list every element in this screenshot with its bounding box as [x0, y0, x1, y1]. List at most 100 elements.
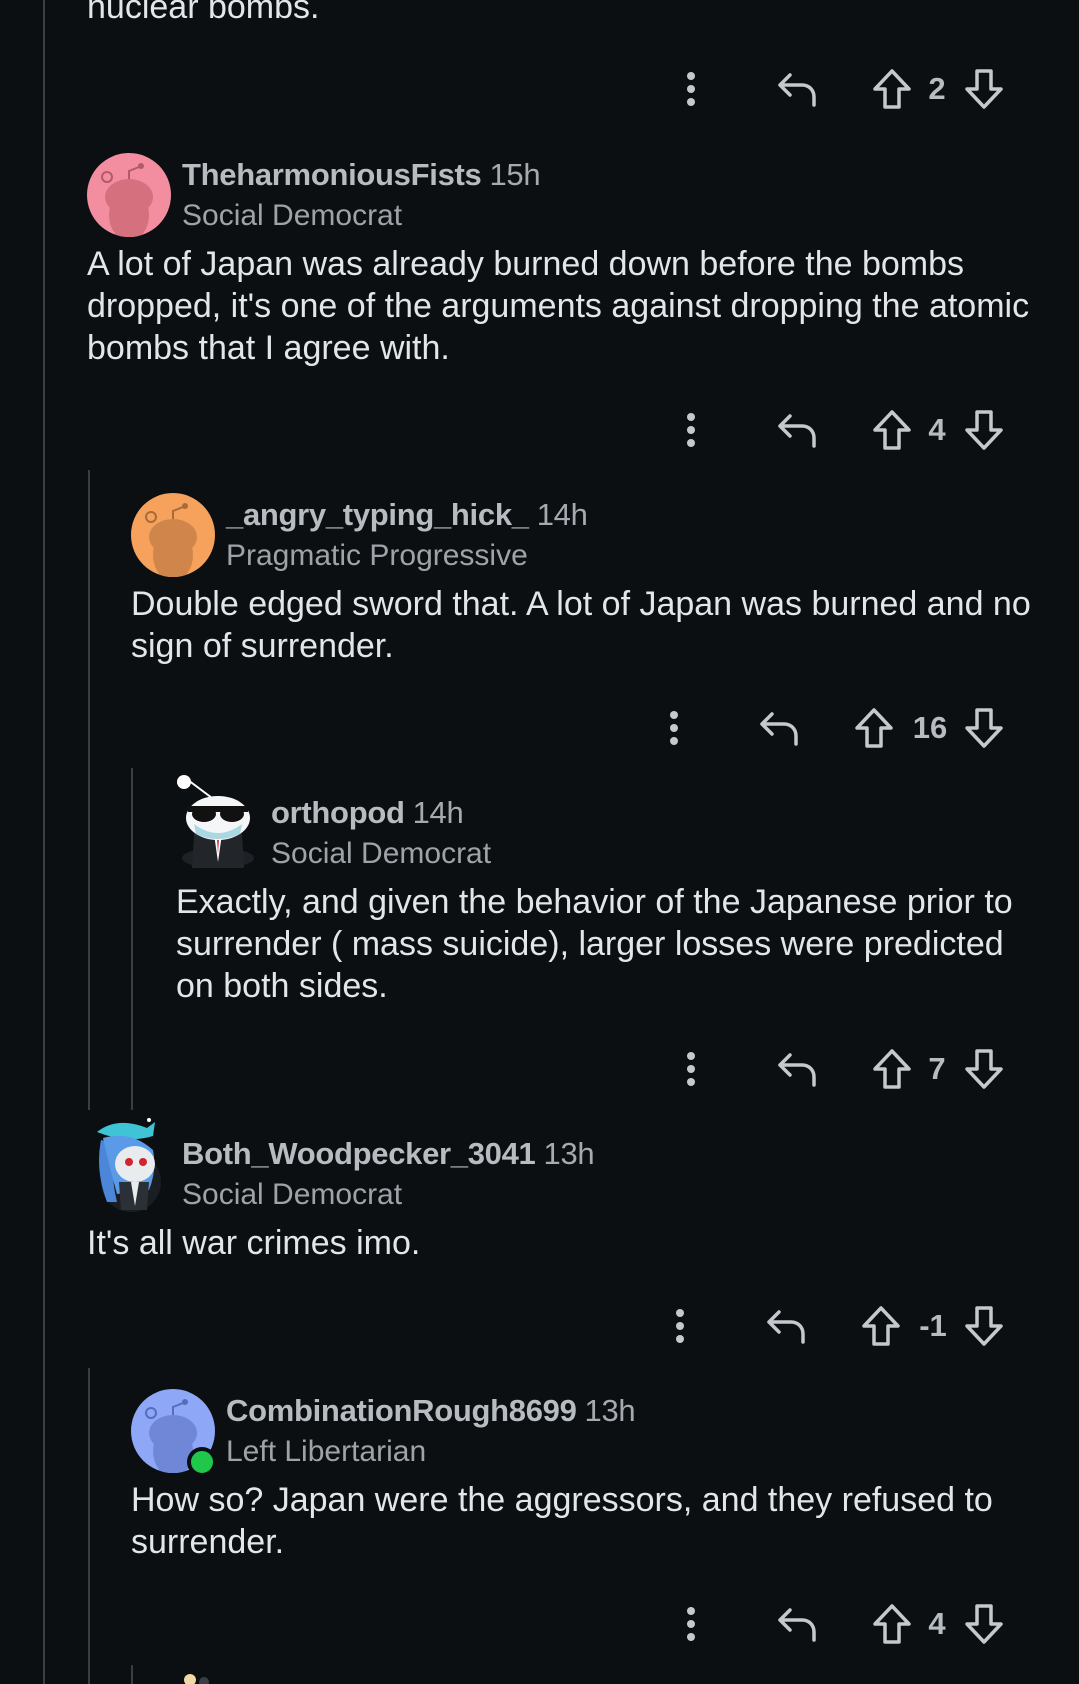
vote-score: 7 [928, 1051, 946, 1086]
more-vertical-icon [687, 72, 695, 106]
username[interactable]: TheharmoniousFists 15h [182, 157, 541, 193]
vote-score: 4 [928, 1606, 946, 1641]
more-options-button[interactable] [676, 64, 706, 114]
upvote-icon [873, 1049, 911, 1089]
username-text[interactable]: orthopod [271, 795, 405, 830]
previous-comment-fragment: nuclear bombs. [87, 0, 320, 26]
sunglasses-snoo-avatar-icon [177, 775, 254, 868]
username[interactable]: CombinationRough8699 13h [226, 1393, 636, 1429]
comment-body: It's all war crimes imo. [87, 1224, 421, 1262]
downvote-icon [965, 69, 1003, 109]
vote-score: 4 [928, 412, 946, 447]
reply-button[interactable] [774, 1044, 820, 1094]
custom-snoo-avatar-icon [97, 1118, 161, 1212]
reply-icon [778, 1053, 816, 1087]
reply-icon [767, 1310, 805, 1344]
snoo-avatar-icon [131, 493, 215, 577]
thread-line-level-1[interactable] [88, 470, 90, 1110]
snoo-avatar-icon [87, 153, 171, 237]
downvote-button[interactable] [962, 405, 1006, 455]
more-options-button[interactable] [676, 1044, 706, 1094]
thread-line-root[interactable] [43, 0, 45, 1684]
comment-action-bar: 7 [0, 1044, 1079, 1094]
vote-score: 16 [912, 710, 948, 745]
upvote-icon [862, 1306, 900, 1346]
thread-line-level-2b[interactable] [131, 1665, 133, 1684]
more-options-button[interactable] [676, 405, 706, 455]
more-options-button[interactable] [665, 1301, 695, 1351]
user-flair: Social Democrat [271, 837, 492, 870]
username-text[interactable]: Both_Woodpecker_3041 [182, 1136, 536, 1171]
upvote-icon [873, 1604, 911, 1644]
more-options-button[interactable] [659, 703, 689, 753]
more-vertical-icon [676, 1309, 684, 1343]
upvote-icon [873, 410, 911, 450]
more-vertical-icon [670, 711, 678, 745]
user-avatar[interactable] [131, 493, 215, 577]
reply-button[interactable] [774, 1599, 820, 1649]
username[interactable]: _angry_typing_hick_ 14h [226, 497, 588, 533]
online-status-indicator [187, 1447, 217, 1477]
comment-action-bar: 16 [0, 703, 1079, 753]
user-avatar[interactable] [87, 153, 171, 237]
comment-age: 14h [412, 795, 464, 830]
more-options-button[interactable] [676, 1599, 706, 1649]
avatar-fragment-icon [184, 1674, 209, 1684]
username[interactable]: Both_Woodpecker_3041 13h [182, 1136, 595, 1172]
reply-icon [778, 73, 816, 107]
comment-action-bar: -1 [0, 1301, 1079, 1351]
upvote-button[interactable] [870, 405, 914, 455]
downvote-icon [965, 410, 1003, 450]
upvote-button[interactable] [870, 1044, 914, 1094]
username-text[interactable]: _angry_typing_hick_ [226, 497, 529, 532]
next-comment-avatar-partial[interactable] [182, 1670, 222, 1684]
downvote-icon [965, 708, 1003, 748]
more-vertical-icon [687, 1052, 695, 1086]
reply-button[interactable] [756, 703, 802, 753]
reply-button[interactable] [774, 405, 820, 455]
reply-icon [760, 712, 798, 746]
username-text[interactable]: CombinationRough8699 [226, 1393, 577, 1428]
comment-age: 14h [536, 497, 588, 532]
user-flair: Social Democrat [182, 199, 403, 232]
username-text[interactable]: TheharmoniousFists [182, 157, 482, 192]
downvote-button[interactable] [962, 1044, 1006, 1094]
downvote-button[interactable] [962, 64, 1006, 114]
comment-age: 13h [584, 1393, 636, 1428]
upvote-icon [855, 708, 893, 748]
more-vertical-icon [687, 413, 695, 447]
upvote-button[interactable] [852, 703, 896, 753]
user-flair: Pragmatic Progressive [226, 539, 528, 572]
comment-action-bar: 4 [0, 1599, 1079, 1649]
upvote-button[interactable] [870, 64, 914, 114]
user-flair: Left Libertarian [226, 1435, 427, 1468]
downvote-button[interactable] [962, 1599, 1006, 1649]
downvote-icon [965, 1049, 1003, 1089]
upvote-icon [873, 69, 911, 109]
downvote-button[interactable] [962, 703, 1006, 753]
comment-action-bar: 2 [0, 64, 1079, 114]
downvote-icon [965, 1604, 1003, 1644]
comment-body: A lot of Japan was already burned down b… [87, 245, 1030, 367]
more-vertical-icon [687, 1607, 695, 1641]
vote-score: -1 [919, 1308, 947, 1343]
downvote-button[interactable] [962, 1301, 1006, 1351]
reply-icon [778, 1608, 816, 1642]
upvote-button[interactable] [870, 1599, 914, 1649]
reply-button[interactable] [763, 1301, 809, 1351]
vote-score: 2 [928, 71, 946, 106]
user-avatar[interactable] [174, 772, 258, 868]
reply-button[interactable] [774, 64, 820, 114]
comment-body: How so? Japan were the aggressors, and t… [131, 1481, 993, 1561]
comment-action-bar: 4 [0, 405, 1079, 455]
username[interactable]: orthopod 14h [271, 795, 464, 831]
user-flair: Social Democrat [182, 1178, 403, 1211]
comment-age: 13h [543, 1136, 595, 1171]
reply-icon [778, 414, 816, 448]
comment-body: Double edged sword that. A lot of Japan … [131, 585, 1031, 665]
comment-age: 15h [489, 157, 541, 192]
downvote-icon [965, 1306, 1003, 1346]
upvote-button[interactable] [859, 1301, 903, 1351]
comment-body: Exactly, and given the behavior of the J… [176, 883, 1013, 1005]
user-avatar[interactable] [87, 1110, 173, 1214]
